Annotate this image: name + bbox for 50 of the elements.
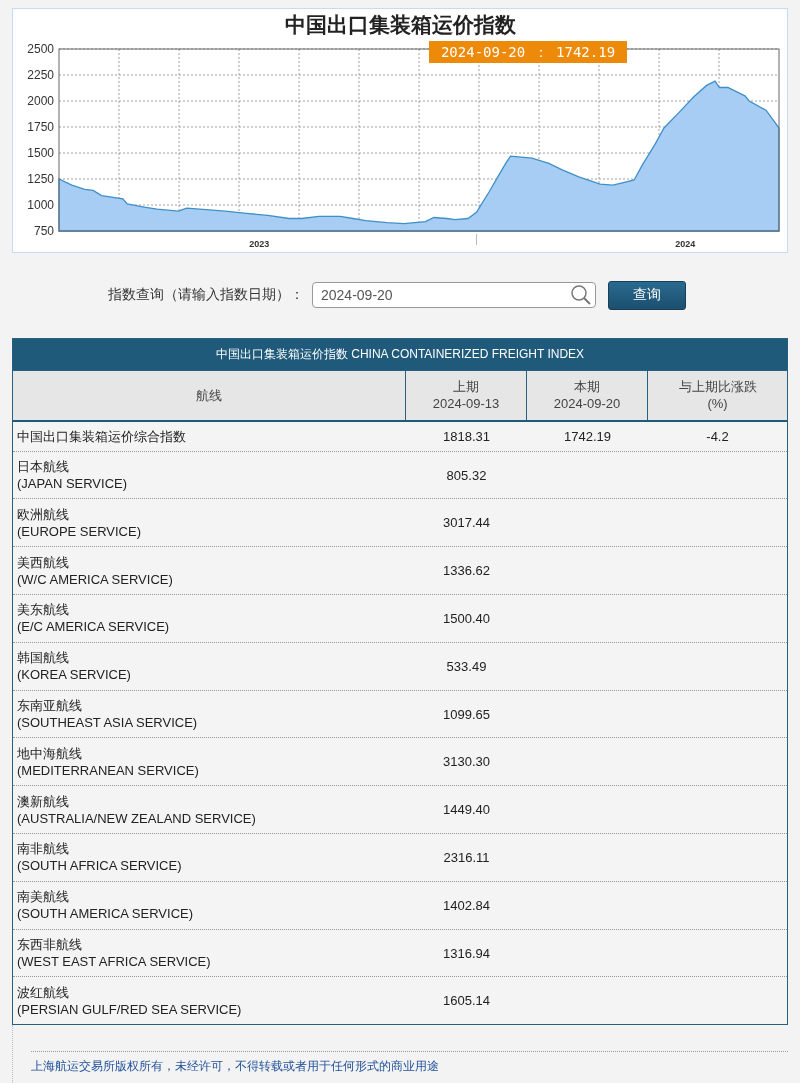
route-name: 南非航线 (SOUTH AFRICA SERVICE) [16,840,183,875]
axis-label: 2023 [249,239,270,249]
route-name: 韩国航线 (KOREA SERVICE) [16,649,132,684]
table-cell-text: 1402.84 [442,896,491,915]
table-cell-text: 1316.94 [442,944,491,963]
axis-label: 1000 [27,198,54,212]
axis-label: 1500 [27,146,54,160]
table-cell-text: -4.2 [705,427,730,446]
route-name: 东南亚航线 (SOUTHEAST ASIA SERVICE) [16,697,199,732]
chart-title: 中国出口集装箱运价指数 [283,11,517,39]
table-cell-text: 1605.14 [442,992,491,1011]
route-name: 波红航线 (PERSIAN GULF/RED SEA SERVICE) [16,983,243,1018]
axis-label: 1750 [27,120,54,134]
route-name: 美西航线 (W/C AMERICA SERVICE) [16,553,174,588]
search-icon[interactable] [570,284,592,307]
table-cell-text: 3017.44 [442,514,491,533]
route-name: 日本航线 (JAPAN SERVICE) [16,458,129,493]
axis-label: 2000 [27,94,54,108]
axis-label: 750 [33,224,54,238]
axis-label: 2024 [675,239,696,249]
table-cell-text: 805.32 [445,466,488,485]
table-cell-text: 1742.19 [563,427,612,446]
table-cell-text: 2316.11 [442,848,491,867]
table-cell-text: 1818.31 [442,427,491,446]
table-cell-text: 1336.62 [442,562,491,581]
table-cell-text: 1449.40 [442,801,491,820]
route-name: 南美航线 (SOUTH AMERICA SERVICE) [16,888,194,923]
date-field[interactable]: 2024-09-20 [312,282,596,309]
table-cell-text: 1099.65 [442,705,491,724]
table-cell-text: 533.49 [445,657,488,676]
table-cell-text: 3130.30 [442,753,491,772]
table-cell-text: 1500.40 [442,609,491,628]
route-name: 欧洲航线 (EUROPE SERVICE) [16,505,142,540]
route-name: 澳新航线 (AUSTRALIA/NEW ZEALAND SERVICE) [16,792,257,827]
axis-label: 1250 [27,172,54,186]
route-name: 东西非航线 (WEST EAST AFRICA SERVICE) [16,936,212,971]
table-title: 中国出口集装箱运价指数 CHINA CONTAINERIZED FREIGHT INDEX [13,338,787,371]
column-header: 上期 2024-09-13 [406,370,527,420]
copyright-notice: 上海航运交易所版权所有，未经许可，不得转载或者用于任何形式的商业用途 [31,1051,788,1076]
route-name: 中国出口集装箱运价综合指数 [16,427,187,445]
axis-label: 2250 [27,68,54,82]
column-header: 与上期比涨跌 (%) [677,378,758,414]
column-header: 航线 [13,370,406,420]
route-name: 美东航线 (E/C AMERICA SERVICE) [16,601,171,636]
axis-label: 2500 [27,42,54,56]
column-header: 本期 2024-09-20 [527,370,648,420]
value-tooltip: 2024-09-20 ： 1742.19 [429,41,627,63]
route-name: 地中海航线 (MEDITERRANEAN SERVICE) [16,744,200,779]
query-label: 指数查询（请输入指数日期）： [108,286,304,305]
query-button[interactable]: 查询 [608,280,686,310]
